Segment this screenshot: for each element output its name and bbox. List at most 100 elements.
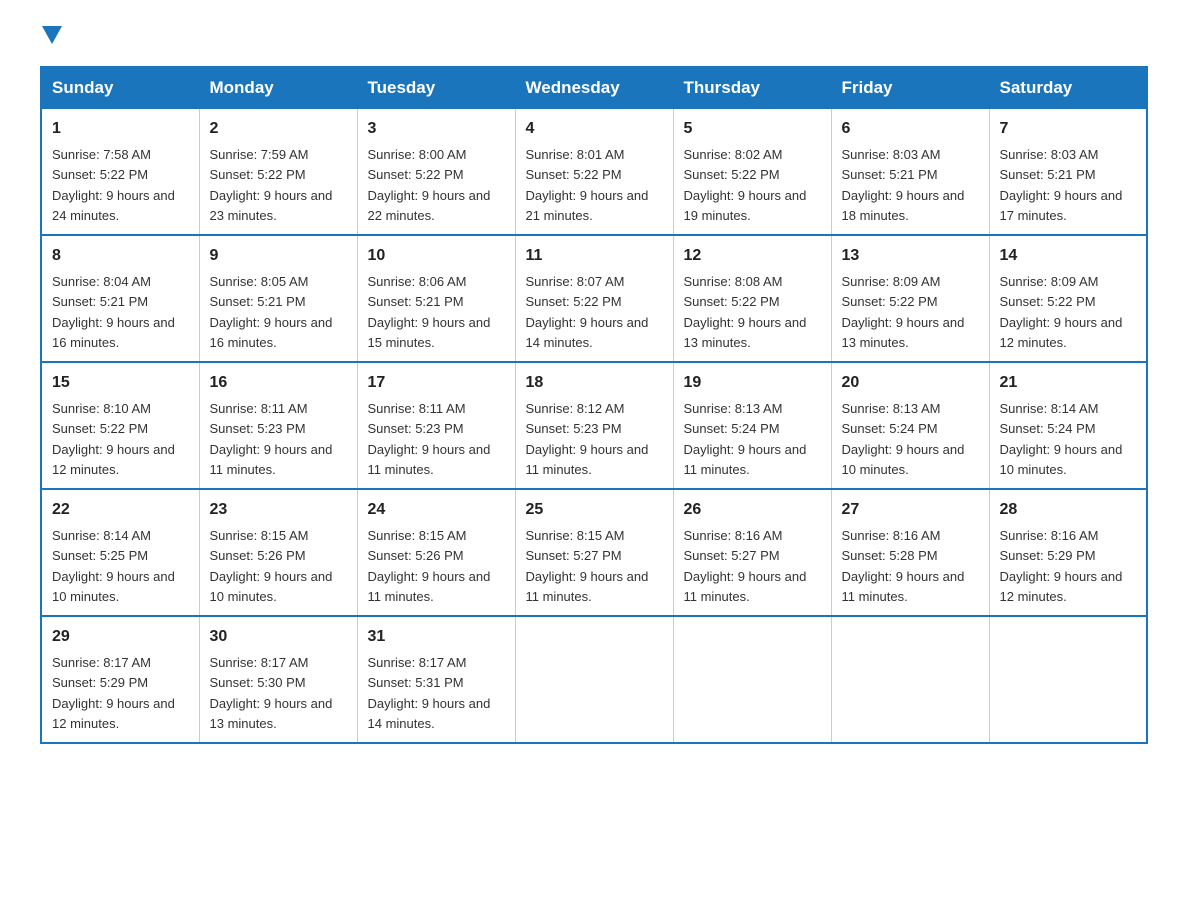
day-number: 18 bbox=[526, 371, 663, 395]
logo-triangle-icon bbox=[42, 26, 62, 46]
calendar-table: SundayMondayTuesdayWednesdayThursdayFrid… bbox=[40, 66, 1148, 744]
week-row-4: 22 Sunrise: 8:14 AMSunset: 5:25 PMDaylig… bbox=[41, 489, 1147, 616]
day-cell: 10 Sunrise: 8:06 AMSunset: 5:21 PMDaylig… bbox=[357, 235, 515, 362]
day-cell: 16 Sunrise: 8:11 AMSunset: 5:23 PMDaylig… bbox=[199, 362, 357, 489]
day-number: 30 bbox=[210, 625, 347, 649]
day-info: Sunrise: 8:04 AMSunset: 5:21 PMDaylight:… bbox=[52, 274, 175, 350]
header-monday: Monday bbox=[199, 67, 357, 109]
day-info: Sunrise: 8:07 AMSunset: 5:22 PMDaylight:… bbox=[526, 274, 649, 350]
day-number: 29 bbox=[52, 625, 189, 649]
day-number: 2 bbox=[210, 117, 347, 141]
day-info: Sunrise: 8:03 AMSunset: 5:21 PMDaylight:… bbox=[842, 147, 965, 223]
day-info: Sunrise: 8:00 AMSunset: 5:22 PMDaylight:… bbox=[368, 147, 491, 223]
day-number: 5 bbox=[684, 117, 821, 141]
day-number: 16 bbox=[210, 371, 347, 395]
day-cell: 24 Sunrise: 8:15 AMSunset: 5:26 PMDaylig… bbox=[357, 489, 515, 616]
page-header bbox=[40, 30, 1148, 46]
day-number: 9 bbox=[210, 244, 347, 268]
week-row-5: 29 Sunrise: 8:17 AMSunset: 5:29 PMDaylig… bbox=[41, 616, 1147, 743]
header-row: SundayMondayTuesdayWednesdayThursdayFrid… bbox=[41, 67, 1147, 109]
day-info: Sunrise: 8:17 AMSunset: 5:31 PMDaylight:… bbox=[368, 655, 491, 731]
day-cell: 9 Sunrise: 8:05 AMSunset: 5:21 PMDayligh… bbox=[199, 235, 357, 362]
day-cell: 4 Sunrise: 8:01 AMSunset: 5:22 PMDayligh… bbox=[515, 109, 673, 236]
day-number: 17 bbox=[368, 371, 505, 395]
day-info: Sunrise: 8:15 AMSunset: 5:26 PMDaylight:… bbox=[210, 528, 333, 604]
calendar-header: SundayMondayTuesdayWednesdayThursdayFrid… bbox=[41, 67, 1147, 109]
day-cell: 1 Sunrise: 7:58 AMSunset: 5:22 PMDayligh… bbox=[41, 109, 199, 236]
header-thursday: Thursday bbox=[673, 67, 831, 109]
day-info: Sunrise: 8:09 AMSunset: 5:22 PMDaylight:… bbox=[842, 274, 965, 350]
day-info: Sunrise: 8:13 AMSunset: 5:24 PMDaylight:… bbox=[684, 401, 807, 477]
day-cell: 19 Sunrise: 8:13 AMSunset: 5:24 PMDaylig… bbox=[673, 362, 831, 489]
day-info: Sunrise: 7:59 AMSunset: 5:22 PMDaylight:… bbox=[210, 147, 333, 223]
day-cell: 6 Sunrise: 8:03 AMSunset: 5:21 PMDayligh… bbox=[831, 109, 989, 236]
day-cell: 5 Sunrise: 8:02 AMSunset: 5:22 PMDayligh… bbox=[673, 109, 831, 236]
day-cell: 22 Sunrise: 8:14 AMSunset: 5:25 PMDaylig… bbox=[41, 489, 199, 616]
day-number: 22 bbox=[52, 498, 189, 522]
header-tuesday: Tuesday bbox=[357, 67, 515, 109]
day-number: 21 bbox=[1000, 371, 1137, 395]
day-info: Sunrise: 8:15 AMSunset: 5:27 PMDaylight:… bbox=[526, 528, 649, 604]
day-cell: 2 Sunrise: 7:59 AMSunset: 5:22 PMDayligh… bbox=[199, 109, 357, 236]
header-sunday: Sunday bbox=[41, 67, 199, 109]
day-info: Sunrise: 8:03 AMSunset: 5:21 PMDaylight:… bbox=[1000, 147, 1123, 223]
day-cell: 28 Sunrise: 8:16 AMSunset: 5:29 PMDaylig… bbox=[989, 489, 1147, 616]
day-number: 26 bbox=[684, 498, 821, 522]
day-cell bbox=[989, 616, 1147, 743]
day-info: Sunrise: 8:14 AMSunset: 5:25 PMDaylight:… bbox=[52, 528, 175, 604]
header-wednesday: Wednesday bbox=[515, 67, 673, 109]
day-cell: 21 Sunrise: 8:14 AMSunset: 5:24 PMDaylig… bbox=[989, 362, 1147, 489]
day-number: 15 bbox=[52, 371, 189, 395]
day-cell: 23 Sunrise: 8:15 AMSunset: 5:26 PMDaylig… bbox=[199, 489, 357, 616]
day-number: 4 bbox=[526, 117, 663, 141]
day-cell: 27 Sunrise: 8:16 AMSunset: 5:28 PMDaylig… bbox=[831, 489, 989, 616]
day-number: 23 bbox=[210, 498, 347, 522]
day-cell: 12 Sunrise: 8:08 AMSunset: 5:22 PMDaylig… bbox=[673, 235, 831, 362]
day-info: Sunrise: 7:58 AMSunset: 5:22 PMDaylight:… bbox=[52, 147, 175, 223]
header-friday: Friday bbox=[831, 67, 989, 109]
day-info: Sunrise: 8:12 AMSunset: 5:23 PMDaylight:… bbox=[526, 401, 649, 477]
day-cell: 31 Sunrise: 8:17 AMSunset: 5:31 PMDaylig… bbox=[357, 616, 515, 743]
day-number: 14 bbox=[1000, 244, 1137, 268]
logo bbox=[40, 30, 62, 46]
day-info: Sunrise: 8:09 AMSunset: 5:22 PMDaylight:… bbox=[1000, 274, 1123, 350]
day-cell: 11 Sunrise: 8:07 AMSunset: 5:22 PMDaylig… bbox=[515, 235, 673, 362]
day-number: 31 bbox=[368, 625, 505, 649]
day-number: 13 bbox=[842, 244, 979, 268]
day-info: Sunrise: 8:01 AMSunset: 5:22 PMDaylight:… bbox=[526, 147, 649, 223]
day-info: Sunrise: 8:14 AMSunset: 5:24 PMDaylight:… bbox=[1000, 401, 1123, 477]
week-row-1: 1 Sunrise: 7:58 AMSunset: 5:22 PMDayligh… bbox=[41, 109, 1147, 236]
day-number: 19 bbox=[684, 371, 821, 395]
day-info: Sunrise: 8:13 AMSunset: 5:24 PMDaylight:… bbox=[842, 401, 965, 477]
day-number: 7 bbox=[1000, 117, 1137, 141]
calendar-body: 1 Sunrise: 7:58 AMSunset: 5:22 PMDayligh… bbox=[41, 109, 1147, 744]
day-cell: 20 Sunrise: 8:13 AMSunset: 5:24 PMDaylig… bbox=[831, 362, 989, 489]
day-info: Sunrise: 8:16 AMSunset: 5:29 PMDaylight:… bbox=[1000, 528, 1123, 604]
day-number: 6 bbox=[842, 117, 979, 141]
day-number: 11 bbox=[526, 244, 663, 268]
day-cell: 3 Sunrise: 8:00 AMSunset: 5:22 PMDayligh… bbox=[357, 109, 515, 236]
day-cell: 17 Sunrise: 8:11 AMSunset: 5:23 PMDaylig… bbox=[357, 362, 515, 489]
day-info: Sunrise: 8:11 AMSunset: 5:23 PMDaylight:… bbox=[368, 401, 491, 477]
day-info: Sunrise: 8:16 AMSunset: 5:27 PMDaylight:… bbox=[684, 528, 807, 604]
day-number: 20 bbox=[842, 371, 979, 395]
day-cell bbox=[831, 616, 989, 743]
day-info: Sunrise: 8:06 AMSunset: 5:21 PMDaylight:… bbox=[368, 274, 491, 350]
day-cell: 26 Sunrise: 8:16 AMSunset: 5:27 PMDaylig… bbox=[673, 489, 831, 616]
day-number: 12 bbox=[684, 244, 821, 268]
day-number: 27 bbox=[842, 498, 979, 522]
day-cell: 30 Sunrise: 8:17 AMSunset: 5:30 PMDaylig… bbox=[199, 616, 357, 743]
day-number: 10 bbox=[368, 244, 505, 268]
day-cell: 15 Sunrise: 8:10 AMSunset: 5:22 PMDaylig… bbox=[41, 362, 199, 489]
day-info: Sunrise: 8:02 AMSunset: 5:22 PMDaylight:… bbox=[684, 147, 807, 223]
day-info: Sunrise: 8:08 AMSunset: 5:22 PMDaylight:… bbox=[684, 274, 807, 350]
day-info: Sunrise: 8:10 AMSunset: 5:22 PMDaylight:… bbox=[52, 401, 175, 477]
day-cell: 14 Sunrise: 8:09 AMSunset: 5:22 PMDaylig… bbox=[989, 235, 1147, 362]
day-number: 8 bbox=[52, 244, 189, 268]
week-row-2: 8 Sunrise: 8:04 AMSunset: 5:21 PMDayligh… bbox=[41, 235, 1147, 362]
day-info: Sunrise: 8:05 AMSunset: 5:21 PMDaylight:… bbox=[210, 274, 333, 350]
day-number: 25 bbox=[526, 498, 663, 522]
day-info: Sunrise: 8:17 AMSunset: 5:30 PMDaylight:… bbox=[210, 655, 333, 731]
header-saturday: Saturday bbox=[989, 67, 1147, 109]
day-cell: 29 Sunrise: 8:17 AMSunset: 5:29 PMDaylig… bbox=[41, 616, 199, 743]
